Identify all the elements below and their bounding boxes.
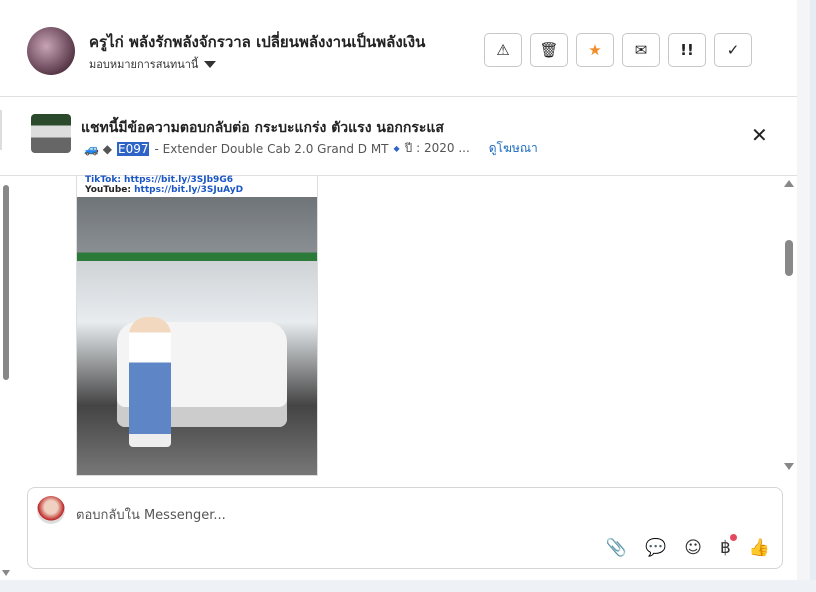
message-image-card: TikTok: https://bit.ly/3SJb9G6 YouTube: … <box>76 175 318 476</box>
right-edge <box>797 0 816 592</box>
action-toolbar: ⚠ 🗑 ★ ✉ !! ✓ <box>484 33 752 67</box>
ad-context-bar: แชทนี้มีข้อความตอบกลับต่อ กระบะแกร่ง ตัว… <box>0 97 797 176</box>
ad-subtitle: 🚙 ◆ E097 - Extender Double Cab 2.0 Grand… <box>84 139 538 158</box>
view-ad-link[interactable]: ดูโฆษณา <box>489 139 538 158</box>
person-image <box>129 317 171 447</box>
bullet-icon: ◆ <box>393 144 400 153</box>
mark-unread-button[interactable]: ✉ <box>622 33 660 67</box>
edge-strip <box>810 0 816 592</box>
check-icon: ✓ <box>726 41 740 59</box>
avatar[interactable] <box>27 27 75 75</box>
ad-year: ปี : 2020 ... <box>404 141 470 155</box>
bottom-edge <box>0 580 816 592</box>
warning-icon: ⚠ <box>496 41 510 59</box>
divider <box>0 110 2 150</box>
like-icon[interactable]: 👍 <box>749 538 770 558</box>
close-icon[interactable]: ✕ <box>751 123 768 147</box>
conversation-panel: ครูไก่ พลังรักพลังจักรวาล เปลี่ยนพลังงาน… <box>0 0 798 580</box>
envelope-icon: ✉ <box>634 41 648 59</box>
emoji-icon[interactable]: ☺ <box>684 538 702 558</box>
delete-button[interactable]: 🗑 <box>530 33 568 67</box>
priority-icon: !! <box>680 41 694 59</box>
conversation-header: ครูไก่ พลังรักพลังจักรวาล เปลี่ยนพลังงาน… <box>0 0 797 97</box>
message-scrollbar[interactable] <box>784 180 794 470</box>
star-icon: ★ <box>588 41 602 59</box>
page-avatar <box>37 496 65 524</box>
saved-replies-icon[interactable]: 💬 <box>645 538 666 558</box>
attach-icon[interactable]: 📎 <box>606 538 627 558</box>
scroll-down-icon[interactable] <box>784 463 794 470</box>
notification-dot <box>729 534 737 541</box>
car-emoji-icon: 🚙 ◆ <box>84 141 112 156</box>
baht-icon: ฿ <box>720 538 731 558</box>
done-button[interactable]: ✓ <box>714 33 752 67</box>
ad-title: แชทนี้มีข้อความตอบกลับต่อ กระบะแกร่ง ตัว… <box>81 120 444 136</box>
youtube-link[interactable]: https://bit.ly/3SJuAyD <box>134 185 243 195</box>
assign-dropdown[interactable]: มอบหมายการสนทนานี้ <box>89 55 217 73</box>
tiktok-link[interactable]: TikTok: https://bit.ly/3SJb9G6 <box>85 175 317 185</box>
message-photo[interactable] <box>77 197 317 475</box>
priority-button[interactable]: !! <box>668 33 706 67</box>
ad-code: E097 <box>116 141 150 156</box>
message-links: TikTok: https://bit.ly/3SJb9G6 YouTube: … <box>77 175 317 197</box>
ad-thumbnail[interactable] <box>31 114 71 153</box>
report-button[interactable]: ⚠ <box>484 33 522 67</box>
trash-icon: 🗑 <box>539 41 559 59</box>
payment-button[interactable]: ฿ <box>720 534 737 558</box>
ad-description: - Extender Double Cab 2.0 Grand D MT <box>154 141 389 156</box>
scroll-down-arrow-icon[interactable] <box>2 570 10 576</box>
reply-composer[interactable]: ตอบกลับใน Messenger... 📎 💬 ☺ ฿ 👍 <box>27 487 783 569</box>
reply-input[interactable]: ตอบกลับใน Messenger... <box>76 504 226 525</box>
composer-tools: 📎 💬 ☺ ฿ 👍 <box>606 534 770 558</box>
scroll-up-icon[interactable] <box>784 180 794 187</box>
scroll-thumb[interactable] <box>785 240 793 276</box>
assign-label: มอบหมายการสนทนานี้ <box>89 58 199 71</box>
left-scrollbar[interactable] <box>3 185 9 380</box>
caret-down-icon <box>204 60 217 68</box>
star-button[interactable]: ★ <box>576 33 614 67</box>
contact-name: ครูไก่ พลังรักพลังจักรวาล เปลี่ยนพลังงาน… <box>89 33 426 51</box>
youtube-label: YouTube: <box>85 185 131 195</box>
